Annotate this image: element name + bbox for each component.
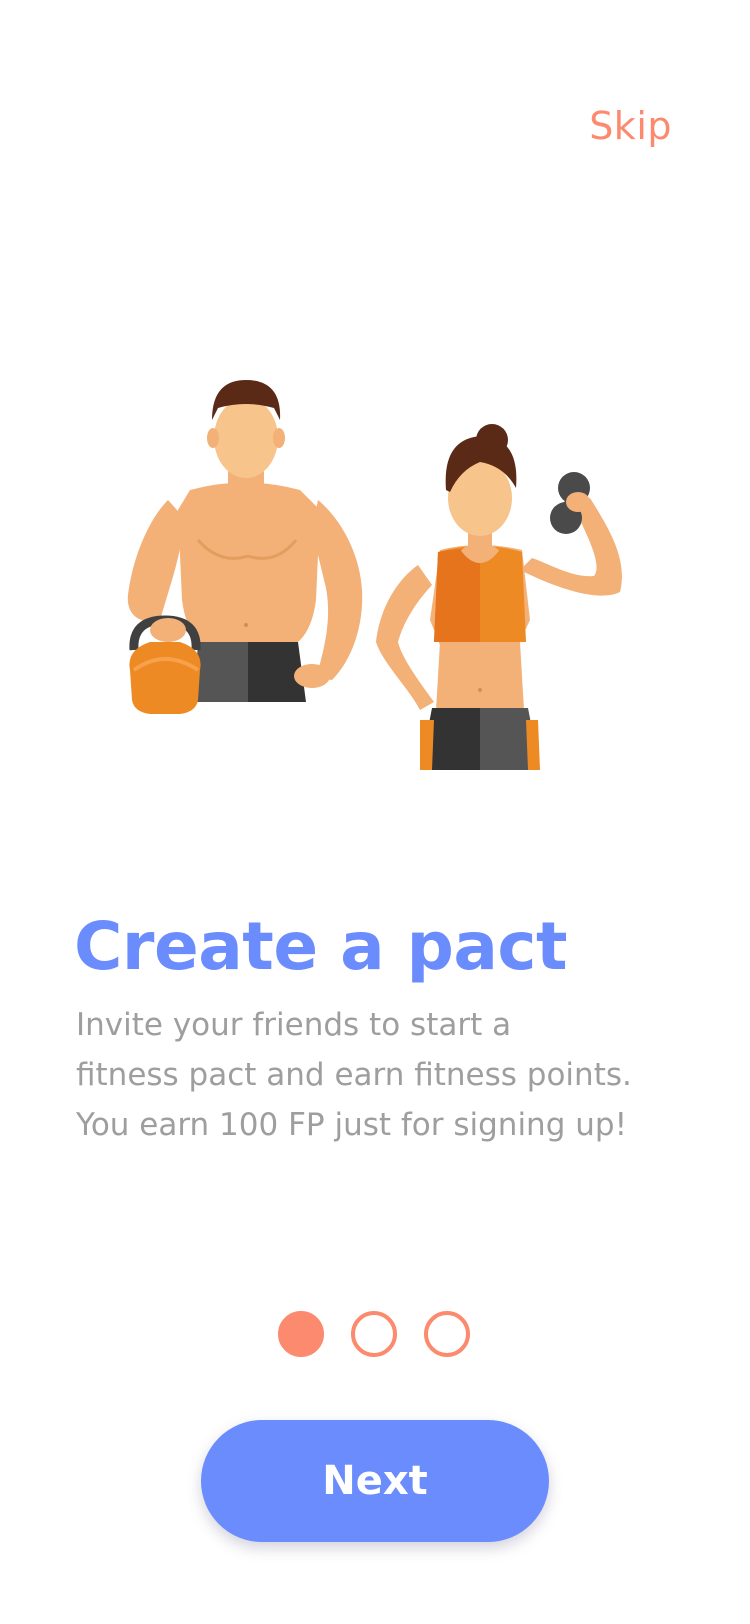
description-line-1: Invite your friends to start a: [76, 1007, 512, 1043]
skip-button[interactable]: Skip: [589, 104, 672, 148]
page-indicator: [278, 1311, 470, 1357]
man-figure: [127, 380, 363, 714]
description-line-2: fitness pact and earn fitness points.: [76, 1057, 632, 1093]
page-dot-1-active[interactable]: [278, 1311, 324, 1357]
next-button[interactable]: Next: [201, 1420, 549, 1542]
page-title: Create a pact: [74, 908, 568, 985]
page-dot-2[interactable]: [351, 1311, 397, 1357]
page-dot-3[interactable]: [424, 1311, 470, 1357]
fitness-couple-illustration-icon: [127, 380, 622, 770]
description-line-3: You earn 100 FP just for signing up!: [76, 1107, 627, 1143]
onboarding-screen: Skip Create a pact Invite your friends t…: [0, 0, 750, 1624]
woman-figure: [376, 424, 622, 770]
description-text: Invite your friends to start a fitness p…: [76, 1000, 696, 1150]
